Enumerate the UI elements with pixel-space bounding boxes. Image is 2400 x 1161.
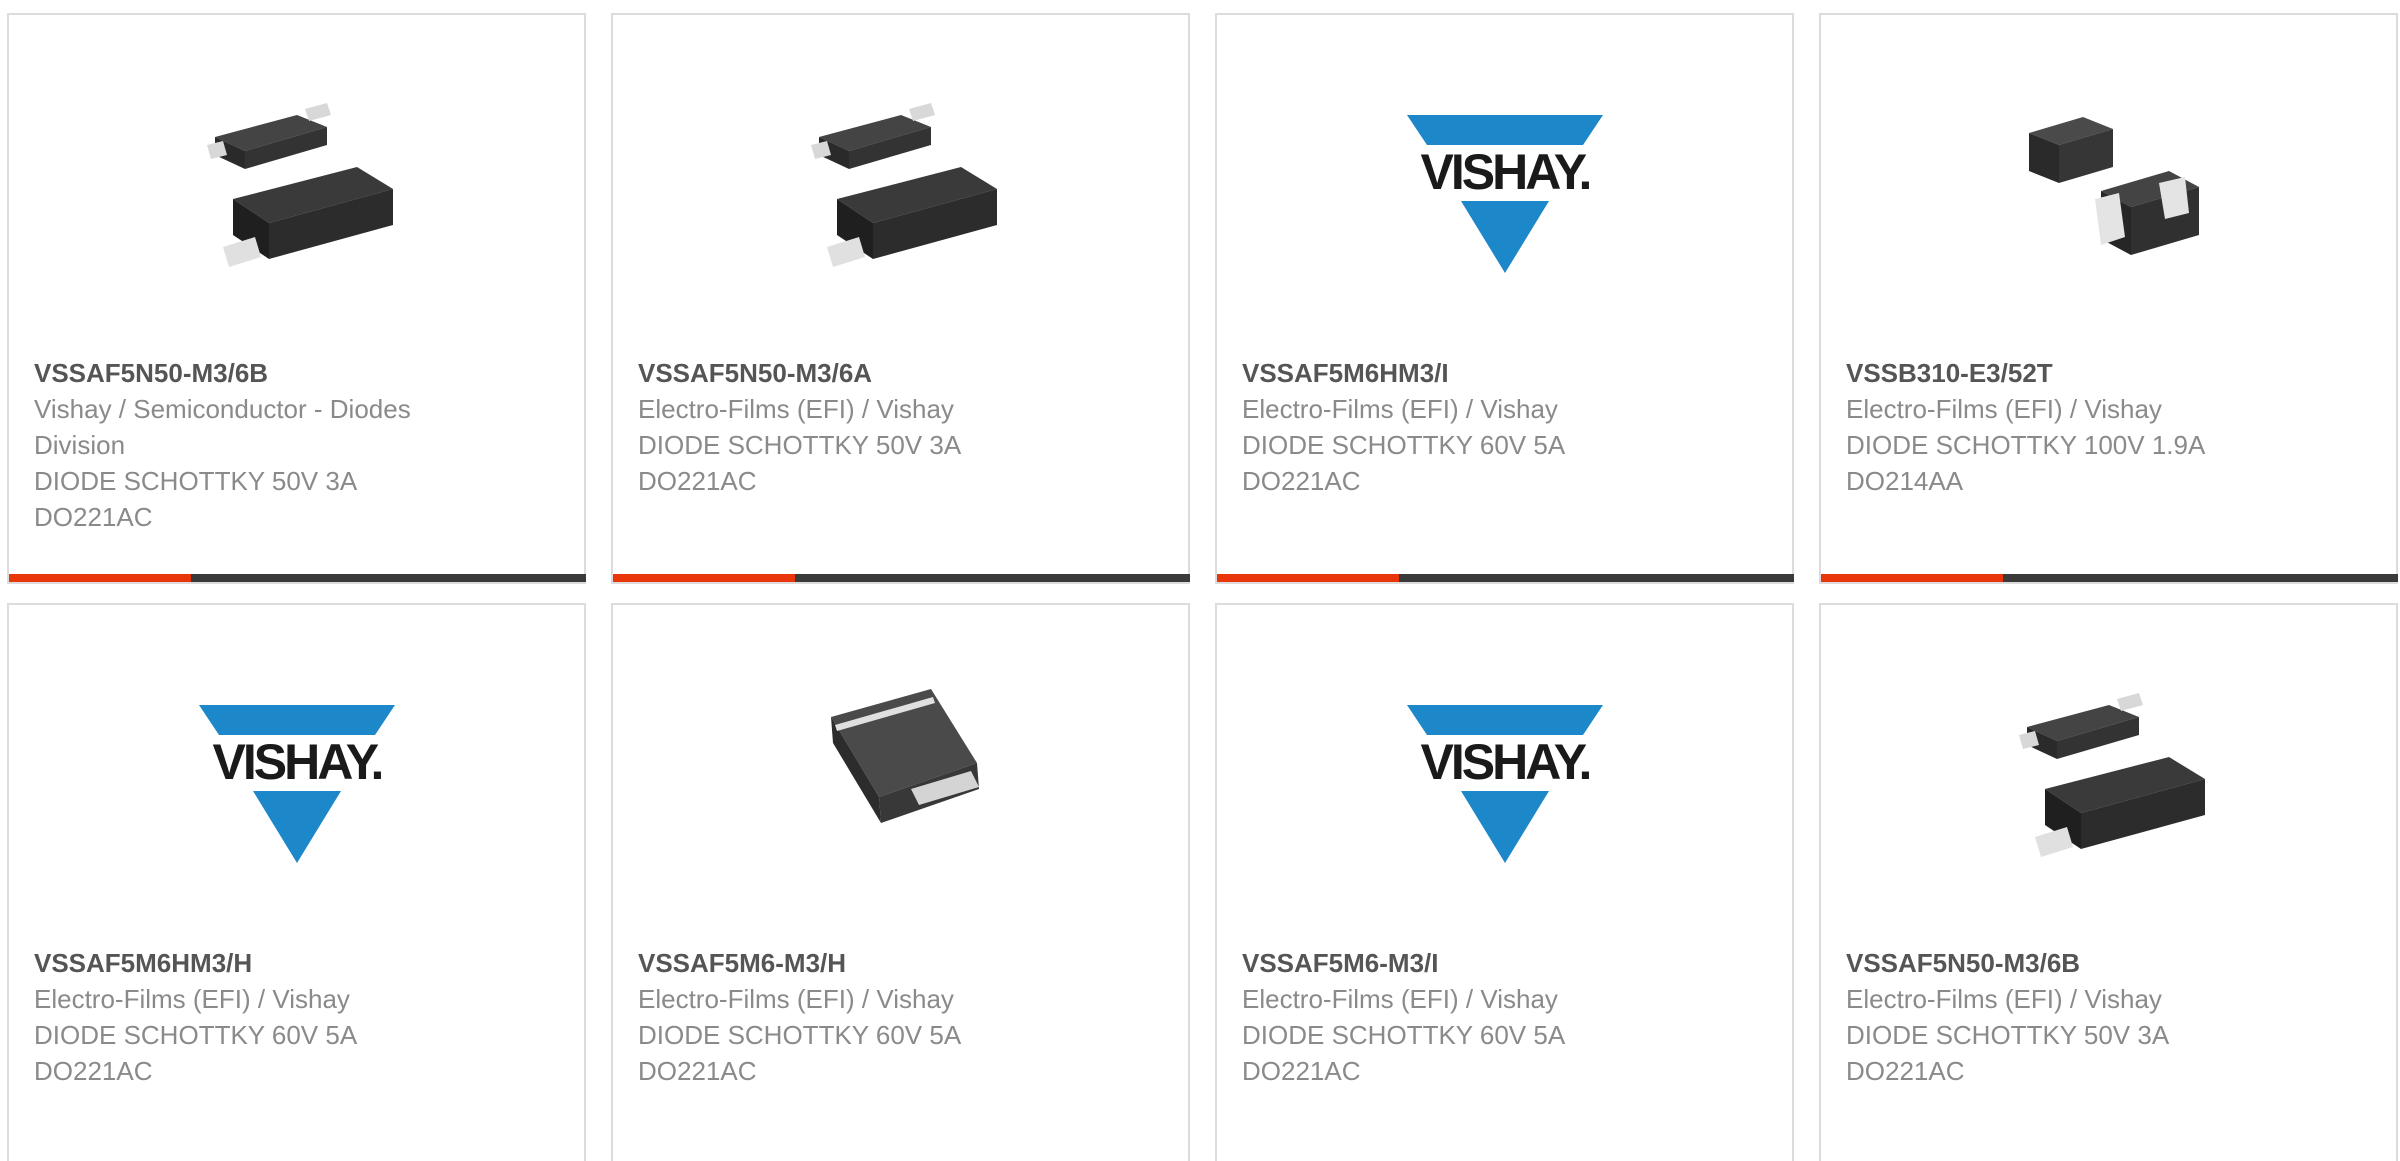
- description-text: DIODE SCHOTTKY 50V 3A: [638, 430, 962, 460]
- product-image[interactable]: [2009, 87, 2209, 287]
- product-info: VSSAF5M6HM3/I Electro-Films (EFI) / Vish…: [1242, 355, 1782, 499]
- description-text: DIODE SCHOTTKY 60V 5A: [34, 1020, 358, 1050]
- product-grid: VSSAF5N50-M3/6B Vishay / Semiconductor -…: [0, 0, 2400, 1161]
- manufacturer-text: Electro-Films (EFI) / Vishay: [1242, 394, 1558, 424]
- svg-text:VISHAY.: VISHAY.: [1421, 144, 1590, 200]
- card-accent-bar: [9, 574, 191, 582]
- smd-diode-single-image: [831, 689, 979, 823]
- product-card[interactable]: VSSAF5N50-M3/6B Vishay / Semiconductor -…: [7, 13, 586, 584]
- card-accent-bar: [1217, 574, 1399, 582]
- smb-diode-pair-image: [2029, 117, 2199, 255]
- card-bottom-bar: [613, 574, 1190, 582]
- product-info: VSSB310-E3/52T Electro-Films (EFI) / Vis…: [1846, 355, 2386, 499]
- part-number-link[interactable]: VSSAF5M6-M3/I: [1242, 945, 1782, 981]
- package-text: DO221AC: [1242, 466, 1361, 496]
- description-text: DIODE SCHOTTKY 50V 3A: [34, 466, 358, 496]
- product-image[interactable]: VISHAY.: [197, 677, 397, 877]
- card-accent-bar: [613, 574, 795, 582]
- product-info: VSSAF5N50-M3/6A Electro-Films (EFI) / Vi…: [638, 355, 1178, 499]
- product-card[interactable]: VISHAY. VSSAF5M6HM3/H Electro-Films (EFI…: [7, 603, 586, 1161]
- package-text: DO221AC: [34, 502, 153, 532]
- smd-diode-pair-image: [811, 103, 997, 267]
- product-card[interactable]: VSSAF5N50-M3/6A Electro-Films (EFI) / Vi…: [611, 13, 1190, 584]
- product-info: VSSAF5N50-M3/6B Vishay / Semiconductor -…: [34, 355, 574, 535]
- product-info: VSSAF5N50-M3/6B Electro-Films (EFI) / Vi…: [1846, 945, 2386, 1089]
- product-card[interactable]: VISHAY. VSSAF5M6HM3/I Electro-Films (EFI…: [1215, 13, 1794, 584]
- product-card[interactable]: VSSAF5M6-M3/H Electro-Films (EFI) / Vish…: [611, 603, 1190, 1161]
- smd-diode-pair-image: [207, 103, 393, 267]
- description-text: DIODE SCHOTTKY 60V 5A: [1242, 1020, 1566, 1050]
- card-bottom-bar: [1821, 574, 2398, 582]
- manufacturer-text: Electro-Films (EFI) / Vishay: [638, 394, 954, 424]
- svg-text:VISHAY.: VISHAY.: [1421, 734, 1590, 790]
- manufacturer-text: Electro-Films (EFI) / Vishay: [1846, 394, 2162, 424]
- part-number-link[interactable]: VSSAF5M6HM3/I: [1242, 355, 1782, 391]
- part-number-link[interactable]: VSSAF5M6-M3/H: [638, 945, 1178, 981]
- package-text: DO221AC: [638, 466, 757, 496]
- product-info: VSSAF5M6-M3/I Electro-Films (EFI) / Vish…: [1242, 945, 1782, 1089]
- product-card[interactable]: VSSAF5N50-M3/6B Electro-Films (EFI) / Vi…: [1819, 603, 2398, 1161]
- package-text: DO214AA: [1846, 466, 1964, 496]
- package-text: DO221AC: [1242, 1056, 1361, 1086]
- product-card[interactable]: VSSB310-E3/52T Electro-Films (EFI) / Vis…: [1819, 13, 2398, 584]
- package-text: DO221AC: [34, 1056, 153, 1086]
- product-info: VSSAF5M6HM3/H Electro-Films (EFI) / Vish…: [34, 945, 574, 1089]
- product-image[interactable]: [801, 677, 1001, 877]
- description-text: DIODE SCHOTTKY 60V 5A: [638, 1020, 962, 1050]
- card-bottom-bar: [1217, 574, 1794, 582]
- package-text: DO221AC: [1846, 1056, 1965, 1086]
- product-info: VSSAF5M6-M3/H Electro-Films (EFI) / Vish…: [638, 945, 1178, 1089]
- manufacturer-text: Electro-Films (EFI) / Vishay: [638, 984, 954, 1014]
- part-number-link[interactable]: VSSB310-E3/52T: [1846, 355, 2386, 391]
- part-number-link[interactable]: VSSAF5M6HM3/H: [34, 945, 574, 981]
- description-text: DIODE SCHOTTKY 60V 5A: [1242, 430, 1566, 460]
- part-number-link[interactable]: VSSAF5N50-M3/6B: [34, 355, 574, 391]
- product-image[interactable]: VISHAY.: [1405, 677, 1605, 877]
- vishay-logo-image: VISHAY.: [1407, 705, 1603, 863]
- product-image[interactable]: VISHAY.: [1405, 87, 1605, 287]
- vishay-logo-image: VISHAY.: [1407, 115, 1603, 273]
- product-image[interactable]: [197, 87, 397, 287]
- description-text: DIODE SCHOTTKY 100V 1.9A: [1846, 430, 2206, 460]
- description-text: DIODE SCHOTTKY 50V 3A: [1846, 1020, 2170, 1050]
- card-accent-bar: [1821, 574, 2003, 582]
- product-image[interactable]: [2009, 677, 2209, 877]
- part-number-link[interactable]: VSSAF5N50-M3/6B: [1846, 945, 2386, 981]
- manufacturer-text: Electro-Films (EFI) / Vishay: [1242, 984, 1558, 1014]
- manufacturer-text: Electro-Films (EFI) / Vishay: [34, 984, 350, 1014]
- card-bottom-bar: [9, 574, 586, 582]
- vishay-logo-image: VISHAY.: [199, 705, 395, 863]
- svg-text:VISHAY.: VISHAY.: [213, 734, 382, 790]
- package-text: DO221AC: [638, 1056, 757, 1086]
- product-image[interactable]: [801, 87, 1001, 287]
- part-number-link[interactable]: VSSAF5N50-M3/6A: [638, 355, 1178, 391]
- manufacturer-text: Electro-Films (EFI) / Vishay: [1846, 984, 2162, 1014]
- product-card[interactable]: VISHAY. VSSAF5M6-M3/I Electro-Films (EFI…: [1215, 603, 1794, 1161]
- manufacturer-text: Vishay / Semiconductor - Diodes Division: [34, 394, 411, 460]
- smd-diode-pair-image: [2019, 693, 2205, 857]
